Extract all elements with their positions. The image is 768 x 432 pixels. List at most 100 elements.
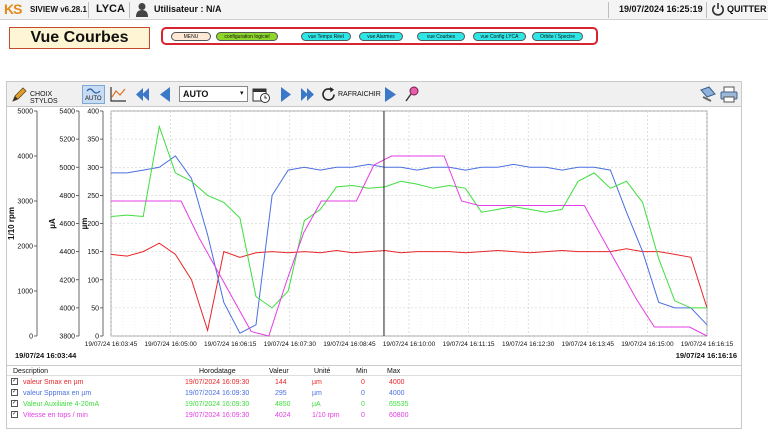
- y-tick-label: 1000: [17, 289, 33, 296]
- refresh-label: RAFRAICHIR: [338, 91, 381, 98]
- series-value: 295: [275, 390, 287, 397]
- page-title: Vue Courbes: [9, 27, 150, 49]
- table-row[interactable]: ✓ valeur Smax en µm 19/07/2024 16:09:30 144…: [7, 378, 741, 387]
- series-max: 60800: [389, 412, 409, 419]
- step-back-button[interactable]: [156, 85, 174, 104]
- user-label: Utilisateur : N/A: [154, 4, 222, 14]
- series-min: 0: [361, 390, 365, 397]
- y-tick-label: 4000: [17, 154, 33, 161]
- y-tick-label: 5200: [59, 137, 75, 144]
- cursor-button[interactable]: [403, 85, 421, 104]
- left-arrow-icon: [156, 87, 174, 106]
- header-datetime: 19/07/2024 16:25:19: [619, 4, 703, 14]
- y-tick-label: 300: [87, 165, 99, 172]
- series-max: 65535: [389, 401, 409, 408]
- x-tick-label: 19/07/24 16:08:45: [323, 341, 376, 348]
- series-checkbox[interactable]: ✓: [11, 378, 18, 385]
- header-max: Max: [387, 368, 401, 375]
- jump-end-button[interactable]: [299, 85, 317, 104]
- nav-config-lyca-button[interactable]: vue Config LYCA: [473, 32, 526, 41]
- y-tick-label: 150: [87, 249, 99, 256]
- series-time: 19/07/2024 16:09:30: [185, 412, 250, 419]
- y-tick-label: 4400: [59, 249, 75, 256]
- y-tick-label: 0: [95, 334, 99, 341]
- y-tick-label: 5000: [59, 165, 75, 172]
- y-tick-label: 4600: [59, 221, 75, 228]
- choix-stylos-label: CHOIX STYLOS: [30, 91, 58, 105]
- y-tick-label: 100: [87, 277, 99, 284]
- right-arrow-icon: [277, 87, 295, 106]
- x-tick-label: 19/07/24 16:06:15: [204, 341, 257, 348]
- header-valeur: Valeur: [269, 368, 289, 375]
- series-checkbox[interactable]: ✓: [11, 411, 18, 418]
- y-axis-label: µm: [80, 218, 89, 230]
- x-tick-label: 19/07/24 16:07:30: [264, 341, 317, 348]
- nav-menu-button[interactable]: MENU: [171, 32, 211, 41]
- app-logo: KS: [4, 1, 22, 17]
- app-header: KS SIVIEW v6.28.1 LYCA Utilisateur : N/A…: [0, 0, 768, 20]
- x-tick-label: 19/07/24 16:05:00: [144, 341, 197, 348]
- pin-icon: [403, 86, 421, 106]
- jump-start-button[interactable]: [133, 85, 151, 104]
- y-tick-label: 350: [87, 137, 99, 144]
- series-unit: µA: [312, 401, 321, 408]
- y-axis-label: 1/10 rpm: [7, 207, 16, 240]
- header-horodatage: Horodatage: [199, 368, 236, 375]
- nav-courbes-button[interactable]: vue Courbes: [417, 32, 465, 41]
- export-button[interactable]: [699, 85, 717, 104]
- header-description: Description: [13, 368, 49, 375]
- user-icon: [135, 2, 149, 17]
- x-tick-label: 19/07/24 16:12:30: [502, 341, 555, 348]
- start-time-label: 19/07/24 16:03:44: [15, 351, 77, 360]
- series-min: 0: [361, 401, 365, 408]
- step-forward-button[interactable]: [277, 85, 295, 104]
- trend-chart[interactable]: 5000400030002000100001/10 rpm54005200500…: [7, 107, 743, 365]
- table-row[interactable]: ✓ Valeur Auxiliaire 4-20mA 19/07/2024 16:0…: [7, 400, 741, 409]
- y-tick-label: 4200: [59, 277, 75, 284]
- print-button[interactable]: [720, 85, 738, 104]
- calendar-clock-icon: [251, 88, 271, 106]
- quit-button[interactable]: QUITTER: [711, 1, 767, 19]
- header-min: Min: [356, 368, 368, 375]
- x-tick-label: 19/07/24 16:03:45: [85, 341, 138, 348]
- series-description: Vitesse en tops / min: [23, 412, 88, 419]
- series-checkbox[interactable]: ✓: [11, 389, 18, 396]
- choix-stylos-button[interactable]: CHOIX STYLOS: [9, 85, 79, 105]
- chevron-down-icon: ▾: [240, 90, 244, 97]
- series-description: valeur Smax en µm: [23, 379, 84, 386]
- double-left-arrow-icon: [133, 88, 151, 106]
- nav-alarmes-button[interactable]: vue Alarmes: [359, 32, 403, 41]
- play-icon: [381, 87, 399, 106]
- mode-select[interactable]: AUTO ▾: [179, 86, 248, 102]
- series-checkbox[interactable]: ✓: [11, 400, 18, 407]
- series-description: Valeur Auxiliaire 4-20mA: [23, 401, 100, 408]
- y-tick-label: 3800: [59, 334, 75, 341]
- y-axis-label: µA: [48, 218, 57, 229]
- y-tick-label: 5000: [17, 109, 33, 116]
- play-button[interactable]: [381, 85, 399, 104]
- series-min: 0: [361, 379, 365, 386]
- series-value: 4024: [275, 412, 291, 419]
- table-row[interactable]: ✓ Vitesse en tops / min 19/07/2024 16:09:3…: [7, 411, 741, 420]
- axis-button[interactable]: [108, 85, 128, 104]
- y-tick-label: 3000: [17, 199, 33, 206]
- x-tick-label: 19/07/24 16:13:45: [562, 341, 615, 348]
- refresh-button[interactable]: RAFRAICHIR: [321, 85, 381, 104]
- site-name: LYCA: [96, 3, 125, 15]
- double-right-arrow-icon: [299, 88, 317, 106]
- nav-temps-reel-button[interactable]: vue Temps Réel: [301, 32, 351, 41]
- calendar-button[interactable]: [251, 85, 271, 104]
- y-tick-label: 400: [87, 109, 99, 116]
- y-tick-label: 5400: [59, 109, 75, 116]
- y-tick-label: 250: [87, 193, 99, 200]
- nav-config-button[interactable]: configuration logiciel: [216, 32, 278, 41]
- x-tick-label: 19/07/24 16:11:15: [443, 341, 495, 348]
- series-time: 19/07/2024 16:09:30: [185, 390, 250, 397]
- series-table: Description Horodatage Valeur Unité Min …: [6, 365, 742, 429]
- axis-chart-icon: [108, 87, 128, 106]
- table-row[interactable]: ✓ valeur Sppmax en µm 19/07/2024 16:09:30 2…: [7, 389, 741, 398]
- chart-panel: 5000 4000 3000 2000 1000 0 1/10 rpm 5400 5200 500…: [6, 107, 742, 365]
- nav-orbite-button[interactable]: Orbite / Spectre: [532, 32, 583, 41]
- auto-toggle-button[interactable]: AUTO: [82, 85, 105, 104]
- series-max: 4000: [389, 390, 405, 397]
